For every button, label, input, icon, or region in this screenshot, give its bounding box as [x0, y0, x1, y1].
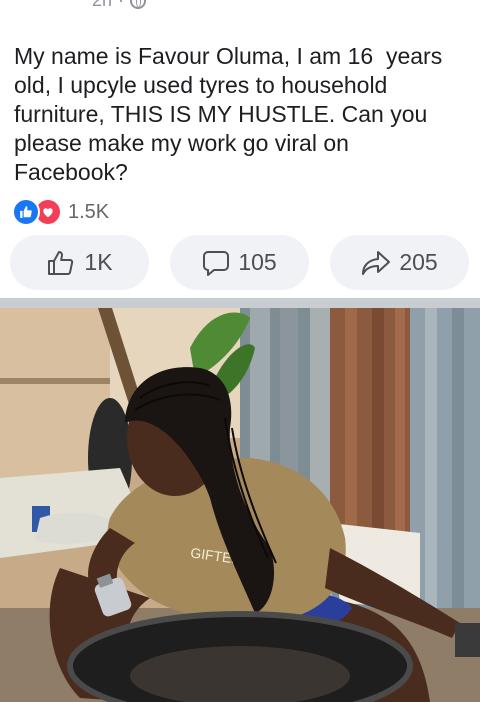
like-count: 1K: [84, 249, 113, 275]
comment-button[interactable]: 105: [170, 235, 309, 290]
comment-count: 105: [238, 249, 277, 275]
share-button[interactable]: 205: [330, 235, 469, 290]
globe-icon: [130, 0, 147, 9]
share-count: 205: [399, 249, 438, 275]
like-button[interactable]: 1K: [10, 235, 149, 290]
post-time[interactable]: 2h: [92, 0, 112, 11]
action-bar: 1K 105 205: [10, 235, 470, 290]
meta-dot: ·: [118, 0, 125, 10]
post-meta: 2h ·: [0, 0, 480, 14]
section-divider: [0, 298, 480, 308]
like-reaction-icon: [12, 198, 40, 226]
reaction-count: 1.5K: [68, 200, 110, 223]
thumbs-up-icon: [48, 250, 74, 275]
post-text: My name is Favour Oluma, I am 16 years o…: [14, 43, 449, 185]
post-photo[interactable]: GIFTED: [0, 308, 480, 702]
comment-bubble-icon: [203, 250, 230, 276]
reaction-summary[interactable]: 1.5K: [12, 198, 110, 226]
share-arrow-icon: [362, 250, 391, 275]
